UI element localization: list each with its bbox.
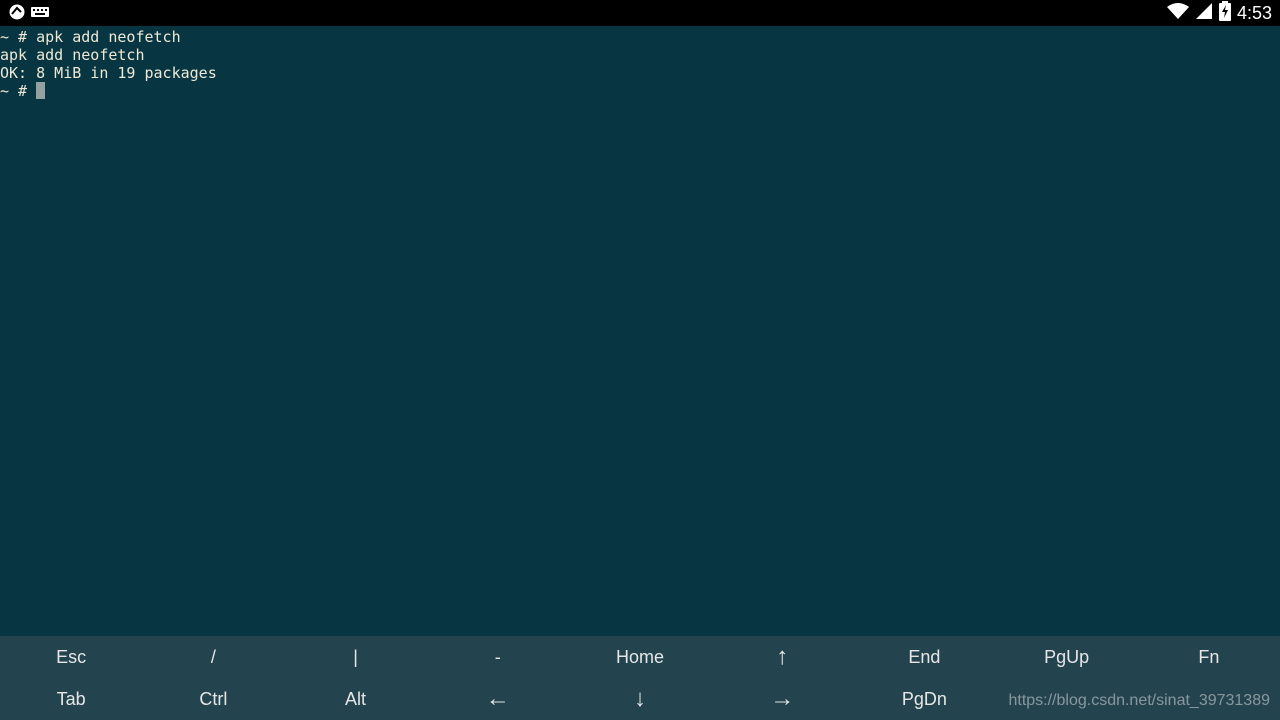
esc-key[interactable]: Esc: [0, 636, 142, 678]
arrow-up-key[interactable]: ↑: [711, 636, 853, 678]
watermark: https://blog.csdn.net/sinat_39731389: [1008, 692, 1270, 710]
arrow-down-key[interactable]: ↓: [569, 678, 711, 720]
battery-charging-icon: [1218, 0, 1231, 26]
status-bar-right: 4:53: [1166, 0, 1272, 26]
keyboard-icon: [30, 5, 50, 24]
end-key[interactable]: End: [853, 636, 995, 678]
fn-key[interactable]: Fn: [1138, 636, 1280, 678]
terminal-line: OK: 8 MiB in 19 packages: [0, 64, 217, 82]
app-icon: [8, 3, 26, 26]
wifi-icon: [1166, 2, 1189, 25]
terminal-line: ~ # apk add neofetch: [0, 28, 181, 46]
signal-icon: [1195, 2, 1213, 25]
terminal-prompt: ~ #: [0, 82, 37, 100]
minus-key[interactable]: -: [427, 636, 569, 678]
ctrl-key[interactable]: Ctrl: [142, 678, 284, 720]
terminal-cursor: [36, 82, 46, 99]
arrow-right-key[interactable]: →: [711, 678, 853, 720]
clock-time: 4:53: [1236, 2, 1272, 23]
pgdn-key[interactable]: PgDn: [853, 678, 995, 720]
slash-key[interactable]: /: [142, 636, 284, 678]
pgup-key[interactable]: PgUp: [996, 636, 1138, 678]
arrow-left-key[interactable]: ←: [427, 678, 569, 720]
watermark-text: https://blog.csdn.net/sinat_39731389: [1008, 692, 1270, 709]
extra-keys-row-1: Esc / | - Home ↑ End PgUp Fn: [0, 636, 1280, 678]
terminal-line: apk add neofetch: [0, 46, 145, 64]
home-key[interactable]: Home: [569, 636, 711, 678]
status-bar: 4:53: [0, 0, 1280, 26]
pipe-key[interactable]: |: [284, 636, 426, 678]
tab-key[interactable]: Tab: [0, 678, 142, 720]
status-bar-left: [8, 3, 50, 26]
terminal-output[interactable]: ~ # apk add neofetch apk add neofetch OK…: [0, 26, 1280, 638]
terminal-prompt-line: ~ #: [0, 82, 1280, 100]
alt-key[interactable]: Alt: [284, 678, 426, 720]
